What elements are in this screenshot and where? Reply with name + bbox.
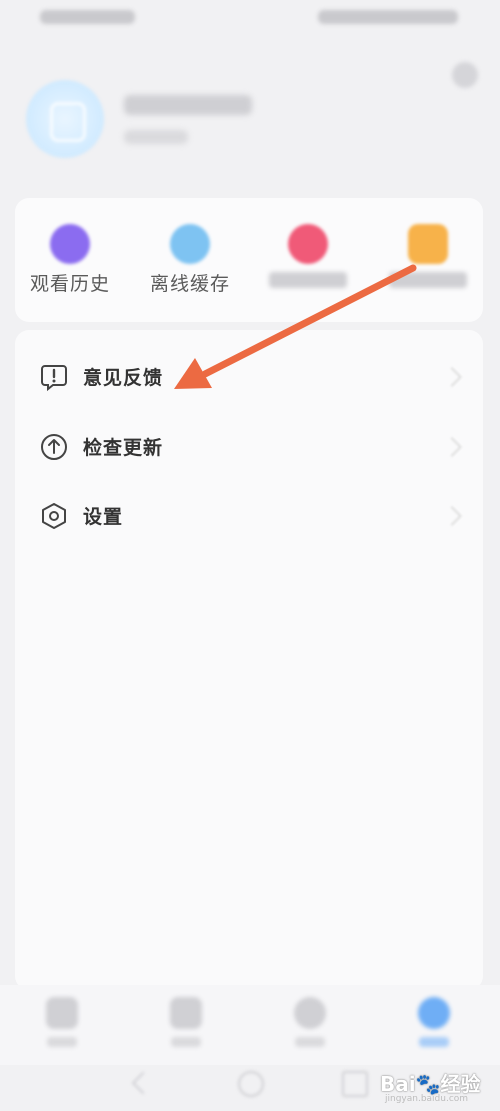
bottom-nav [0,985,500,1065]
cloud-icon [170,224,210,264]
shortcut-other[interactable] [373,198,483,322]
folder-icon [408,224,448,264]
discover-icon [294,997,326,1029]
nav-tab-discover[interactable] [280,993,340,1063]
home-icon [46,997,78,1029]
chevron-right-icon [442,367,462,387]
chevron-right-icon [442,506,462,526]
chevron-right-icon [442,437,462,457]
shortcut-label-blurred [253,271,363,293]
nav-label-blurred [47,1037,77,1047]
nav-label-blurred [419,1037,449,1047]
shortcut-label: 观看历史 [29,273,110,295]
menu-item-label: 意见反馈 [83,367,164,389]
home-button-icon[interactable] [238,1071,264,1097]
scan-icon[interactable] [452,62,478,88]
nav-tab-video[interactable] [156,993,216,1063]
user-subtitle-blurred [124,130,188,144]
nav-tab-me[interactable] [404,993,464,1063]
shortcut-watch-history[interactable]: 观看历史 [15,198,125,322]
feedback-icon [41,365,67,392]
settings-icon [42,503,66,529]
profile-header [0,40,500,190]
heart-icon [288,224,328,264]
history-icon [50,224,90,264]
shortcut-label: 离线缓存 [149,273,230,295]
menu-item-feedback[interactable]: 意见反馈 [15,348,483,408]
menu-item-label: 检查更新 [83,437,164,459]
update-icon [41,434,67,460]
shortcut-offline-cache[interactable]: 离线缓存 [135,198,245,322]
menu-item-check-update[interactable]: 检查更新 [15,418,483,478]
menu-card: 意见反馈 检查更新 设置 [15,330,483,990]
nav-label-blurred [295,1037,325,1047]
video-icon [170,997,202,1029]
user-name-blurred[interactable] [124,95,252,115]
avatar-placeholder-icon [50,102,86,142]
battery-time-blur [318,10,458,24]
signal-status-blur [40,10,135,24]
avatar[interactable] [26,80,104,158]
status-bar [0,0,500,36]
shortcut-label-blurred [373,271,483,293]
back-icon[interactable] [131,1071,155,1095]
watermark-logo: Bai🐾经验 [380,1072,481,1096]
profile-icon [418,997,450,1029]
watermark-url: jingyan.baidu.com [385,1094,469,1104]
shortcut-favorites[interactable] [253,198,363,322]
menu-item-label: 设置 [83,506,124,528]
recent-apps-icon[interactable] [342,1071,368,1097]
menu-item-settings[interactable]: 设置 [15,487,483,547]
nav-tab-home[interactable] [32,993,92,1063]
shortcut-card: 观看历史 离线缓存 [15,198,483,322]
nav-label-blurred [171,1037,201,1047]
